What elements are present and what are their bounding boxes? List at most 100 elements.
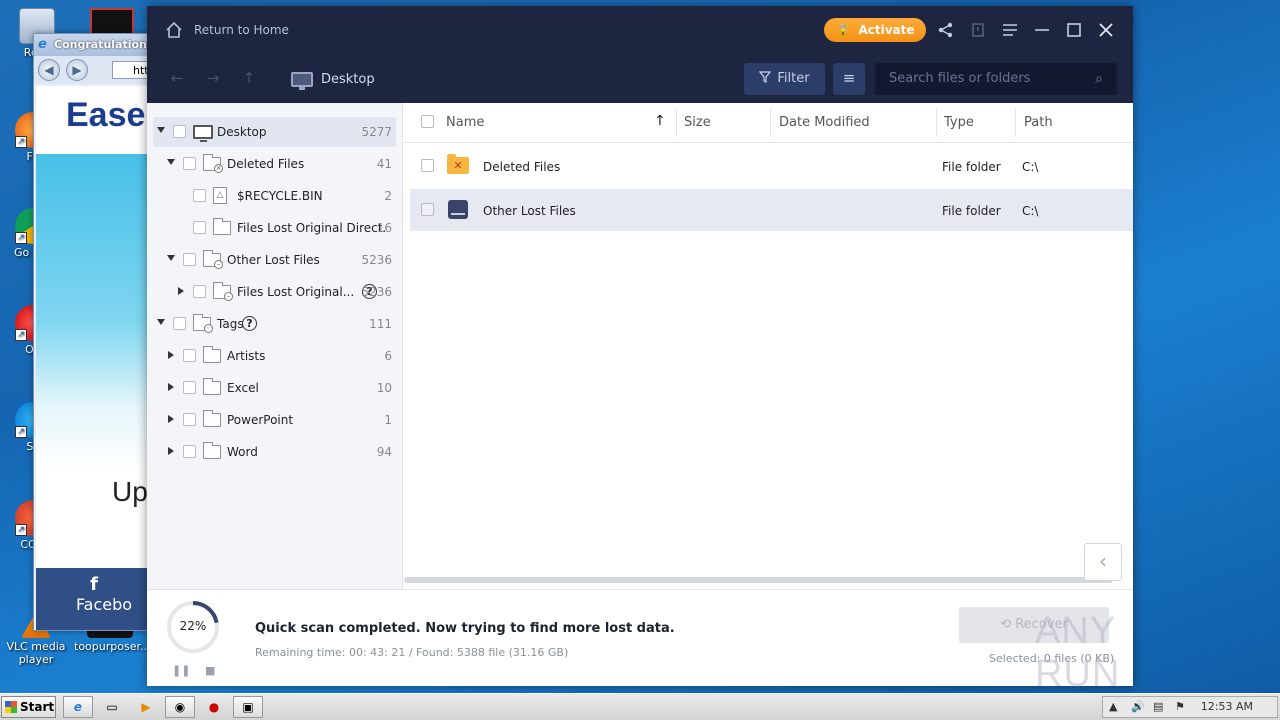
browser-address-bar[interactable]: htt bbox=[112, 61, 152, 79]
tree-item[interactable]: – Files Lost Original...? 5236 bbox=[153, 277, 396, 307]
expanded-arrow-icon[interactable] bbox=[157, 319, 165, 325]
tree-checkbox[interactable] bbox=[183, 253, 196, 266]
home-icon[interactable] bbox=[165, 21, 183, 39]
media-player-taskbar-icon[interactable]: ▶ bbox=[131, 696, 161, 718]
facebook-label: Facebo bbox=[75, 595, 133, 614]
column-header-name[interactable]: Name bbox=[446, 115, 484, 130]
list-view-button[interactable]: ≡ bbox=[833, 63, 865, 95]
volume-icon[interactable]: 🔊 bbox=[1131, 700, 1145, 713]
tree-item-count: 2 bbox=[384, 189, 392, 203]
browser-title-bar[interactable]: e Congratulations! bbox=[34, 34, 152, 56]
select-all-checkbox[interactable] bbox=[421, 115, 434, 128]
tree-checkbox[interactable] bbox=[193, 221, 206, 234]
browser-back-button[interactable]: ◀ bbox=[38, 59, 60, 81]
file-row[interactable]: ✕ Deleted Files File folder C:\ bbox=[410, 145, 1133, 187]
tree-item[interactable]: △ $RECYCLE.BIN 2 bbox=[153, 181, 396, 211]
desktop-icon-label: toopurposer... bbox=[74, 640, 151, 653]
browser-forward-button[interactable]: ▶ bbox=[66, 59, 88, 81]
close-icon[interactable] bbox=[1096, 20, 1116, 40]
tree-item-label: $RECYCLE.BIN bbox=[237, 189, 323, 203]
tree-item-label: Tags bbox=[217, 317, 244, 331]
show-hidden-icons-icon[interactable]: ▲ bbox=[1109, 700, 1117, 713]
ie-taskbar-icon[interactable]: e bbox=[63, 696, 93, 718]
opera-taskbar-icon[interactable]: ● bbox=[199, 696, 229, 718]
flag-icon[interactable]: ⚑ bbox=[1175, 700, 1185, 713]
tree-checkbox[interactable] bbox=[173, 125, 186, 138]
desktop-icon-label: VLC media player bbox=[6, 640, 66, 666]
tree-checkbox[interactable] bbox=[183, 413, 196, 426]
return-home-link[interactable]: Return to Home bbox=[194, 23, 289, 37]
row-checkbox[interactable] bbox=[421, 203, 434, 216]
collapsed-arrow-icon[interactable] bbox=[178, 287, 184, 295]
system-file-icon: △ bbox=[213, 187, 227, 204]
tree-checkbox[interactable] bbox=[183, 157, 196, 170]
chrome-taskbar-icon[interactable]: ◉ bbox=[165, 696, 195, 718]
clock[interactable]: 12:53 AM bbox=[1201, 700, 1253, 713]
sort-ascending-icon[interactable]: ↑ bbox=[654, 113, 666, 129]
tree-item[interactable]: – Other Lost Files 5236 bbox=[153, 245, 396, 275]
collapsed-arrow-icon[interactable] bbox=[168, 351, 174, 359]
column-header-date-modified[interactable]: Date Modified bbox=[779, 115, 870, 130]
column-divider[interactable] bbox=[936, 109, 937, 137]
tree-item[interactable]: × Deleted Files 41 bbox=[153, 149, 396, 179]
up-arrow-icon[interactable]: ↑ bbox=[239, 68, 259, 88]
collapsed-arrow-icon[interactable] bbox=[168, 415, 174, 423]
column-header-type[interactable]: Type bbox=[944, 115, 974, 130]
forward-arrow-icon[interactable]: → bbox=[203, 68, 223, 88]
search-input[interactable]: Search files or folders ⌕ bbox=[875, 63, 1117, 95]
tree-item[interactable]: Files Lost Original Direct... 16 bbox=[153, 213, 396, 243]
minimize-icon[interactable] bbox=[1032, 20, 1052, 40]
tree-item[interactable]: PowerPoint 1 bbox=[153, 405, 396, 435]
tree-checkbox[interactable] bbox=[193, 189, 206, 202]
start-button[interactable]: Start bbox=[1, 696, 56, 718]
share-icon[interactable] bbox=[936, 20, 956, 40]
collapse-panel-button[interactable]: ‹ bbox=[1084, 543, 1122, 581]
tree-item[interactable]: ◦ Tags? 111 bbox=[153, 309, 396, 339]
tree-checkbox[interactable] bbox=[183, 445, 196, 458]
recovery-app-taskbar-icon[interactable]: ▣ bbox=[233, 696, 263, 718]
column-divider[interactable] bbox=[1015, 109, 1016, 137]
menu-icon[interactable] bbox=[1000, 20, 1020, 40]
tree-item[interactable]: Excel 10 bbox=[153, 373, 396, 403]
tree-item[interactable]: Artists 6 bbox=[153, 341, 396, 371]
tree-checkbox[interactable] bbox=[183, 381, 196, 394]
collapsed-arrow-icon[interactable] bbox=[168, 447, 174, 455]
horizontal-scrollbar[interactable] bbox=[404, 577, 1113, 583]
column-divider[interactable] bbox=[676, 109, 677, 137]
back-arrow-icon[interactable]: ← bbox=[167, 68, 187, 88]
expanded-arrow-icon[interactable] bbox=[157, 127, 165, 133]
facebook-share-button[interactable]: f Facebo bbox=[36, 568, 152, 630]
pause-icon[interactable]: ❚❚ bbox=[172, 664, 190, 677]
system-tray: ▲ 🔊 ▤ ⚑ 12:53 AM bbox=[1102, 696, 1278, 718]
collapsed-arrow-icon[interactable] bbox=[168, 383, 174, 391]
row-checkbox[interactable] bbox=[421, 159, 434, 172]
column-divider[interactable] bbox=[770, 109, 771, 137]
tree-item-count: 94 bbox=[376, 445, 392, 459]
tree-item[interactable]: Word 94 bbox=[153, 437, 396, 467]
scan-progress-percent: 22% bbox=[179, 619, 207, 633]
explorer-taskbar-icon[interactable]: ▭ bbox=[97, 696, 127, 718]
tree-checkbox[interactable] bbox=[173, 317, 186, 330]
help-icon[interactable]: ? bbox=[242, 316, 257, 331]
file-row[interactable]: Other Lost Files File folder C:\ bbox=[410, 189, 1133, 231]
tree-item-label: PowerPoint bbox=[227, 413, 294, 427]
tree-item-label: Artists bbox=[227, 349, 266, 363]
filter-button[interactable]: Filter bbox=[744, 63, 825, 95]
tree-checkbox[interactable] bbox=[183, 349, 196, 362]
feedback-icon[interactable] bbox=[968, 20, 988, 40]
column-header-path[interactable]: Path bbox=[1024, 115, 1053, 130]
network-icon[interactable]: ▤ bbox=[1153, 700, 1163, 713]
expanded-arrow-icon[interactable] bbox=[167, 159, 175, 165]
maximize-icon[interactable] bbox=[1064, 20, 1084, 40]
tree-item-count: 16 bbox=[376, 221, 392, 235]
browser-window[interactable]: e Congratulations! ◀ ▶ htt Ease Up f Fac… bbox=[33, 33, 153, 631]
tree-item[interactable]: Desktop 5277 bbox=[153, 117, 396, 147]
tree-checkbox[interactable] bbox=[193, 285, 206, 298]
column-header-size[interactable]: Size bbox=[684, 115, 711, 130]
activate-button[interactable]: 🔒 Activate bbox=[824, 18, 926, 42]
search-icon[interactable]: ⌕ bbox=[1095, 63, 1103, 95]
stop-icon[interactable]: ■ bbox=[205, 664, 215, 677]
expanded-arrow-icon[interactable] bbox=[167, 255, 175, 261]
folder-lost-badge-icon: – bbox=[224, 292, 233, 301]
tree-item-label: Other Lost Files bbox=[227, 253, 320, 267]
